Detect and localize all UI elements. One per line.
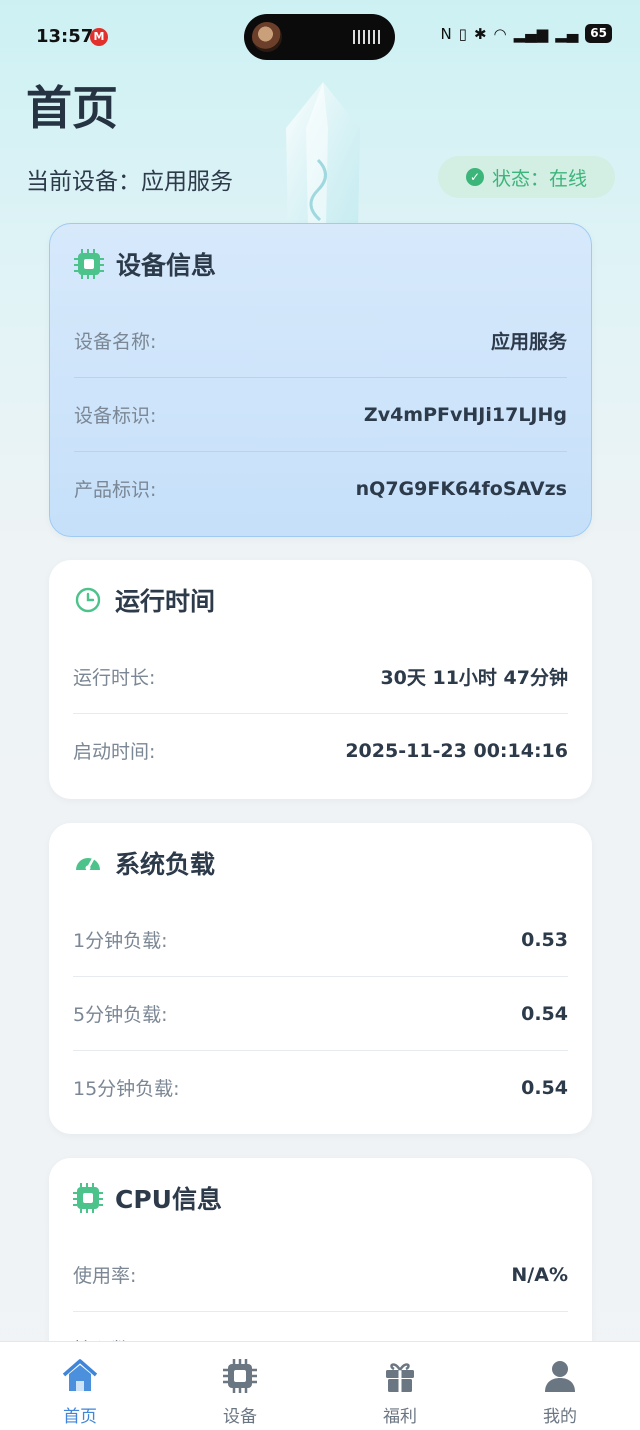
tab-mine[interactable]: 我的 <box>480 1342 640 1430</box>
clock-icon <box>75 587 101 613</box>
notification-app-icon: M <box>90 28 108 46</box>
info-row: 5分钟负载: 0.54 <box>73 977 568 1051</box>
tab-label: 我的 <box>543 1407 577 1427</box>
current-device-value: 应用服务 <box>141 169 233 195</box>
row-value: N/A% <box>511 1263 568 1286</box>
card-header: 运行时间 <box>73 560 568 640</box>
status-badge: ✓ 状态：在线 <box>438 156 615 198</box>
tab-home[interactable]: 首页 <box>0 1342 160 1430</box>
info-row: 产品标识: nQ7G9FK64foSAVzs <box>74 452 567 525</box>
row-label: 启动时间: <box>73 741 156 763</box>
card-title: 运行时间 <box>115 587 216 616</box>
home-icon <box>62 1359 98 1391</box>
media-avatar <box>252 22 282 52</box>
row-label: 使用率: <box>73 1265 137 1287</box>
card-header: 系统负载 <box>73 823 568 903</box>
tab-label: 首页 <box>63 1407 97 1427</box>
row-value: 30天 11小时 47分钟 <box>380 667 568 689</box>
status-text: 状态：在线 <box>491 167 587 190</box>
row-label: 15分钟负载: <box>73 1078 180 1100</box>
gift-icon <box>386 1363 414 1392</box>
status-bar: 13:57 M N ▯ ✱ ◠ ▂▄▆ ▂▄ 65 <box>0 0 640 72</box>
current-device: 当前设备：应用服务 <box>26 162 233 196</box>
row-label: 1分钟负载: <box>73 930 168 952</box>
system-load-card: 系统负载 1分钟负载: 0.53 5分钟负载: 0.54 15分钟负载: 0.5… <box>49 823 592 1134</box>
row-value: 应用服务 <box>490 331 567 353</box>
card-title: 设备信息 <box>116 251 217 280</box>
row-value: Zv4mPFvHJi17LJHg <box>363 403 567 426</box>
system-icons: N ▯ ✱ ◠ ▂▄▆ ▂▄ 65 <box>440 24 612 43</box>
check-circle-icon: ✓ <box>465 168 484 186</box>
row-value: 0.54 <box>521 1076 568 1099</box>
clock: 13:57 <box>36 26 94 47</box>
wifi-icon: ◠ <box>493 24 507 43</box>
row-label: 设备标识: <box>74 405 157 427</box>
current-device-label: 当前设备： <box>26 169 141 195</box>
row-value: 2025-11-23 00:14:16 <box>345 739 568 762</box>
info-row: 15分钟负载: 0.54 <box>73 1051 568 1124</box>
crystal-decoration <box>286 82 360 230</box>
card-title: 系统负载 <box>115 850 216 879</box>
audio-wave-icon <box>353 30 381 44</box>
speedometer-icon <box>76 857 100 871</box>
card-header: CPU信息 <box>73 1158 568 1238</box>
user-icon <box>545 1361 575 1392</box>
card-header: 设备信息 <box>74 224 567 304</box>
row-label: 运行时长: <box>73 667 156 689</box>
tab-welfare[interactable]: 福利 <box>320 1342 480 1430</box>
dynamic-island[interactable] <box>244 14 395 60</box>
row-value: nQ7G9FK64foSAVzs <box>355 477 567 500</box>
card-title: CPU信息 <box>115 1185 222 1214</box>
row-label: 5分钟负载: <box>73 1004 168 1026</box>
info-row: 使用率: N/A% <box>73 1238 568 1312</box>
chip-icon <box>223 1359 257 1393</box>
info-row: 启动时间: 2025-11-23 00:14:16 <box>73 714 568 787</box>
tab-label: 福利 <box>383 1407 417 1427</box>
tab-label: 设备 <box>223 1407 257 1427</box>
device-info-card: 设备信息 设备名称: 应用服务 设备标识: Zv4mPFvHJi17LJHg 产… <box>49 223 592 537</box>
signal-icon: ▂▄▆ <box>513 24 549 43</box>
row-label: 产品标识: <box>74 479 157 501</box>
row-value: 0.53 <box>521 928 568 951</box>
info-row: 1分钟负载: 0.53 <box>73 903 568 977</box>
nfc-icon: N <box>440 24 452 43</box>
info-row: 设备名称: 应用服务 <box>74 304 567 378</box>
signal-2-icon: ▂▄ <box>555 24 579 43</box>
bottom-tab-bar: 首页 设备 福利 我的 <box>0 1341 640 1430</box>
chip-icon <box>73 1183 103 1213</box>
runtime-card: 运行时间 运行时长: 30天 11小时 47分钟 启动时间: 2025-11-2… <box>49 560 592 799</box>
chip-icon <box>74 249 104 279</box>
info-row: 设备标识: Zv4mPFvHJi17LJHg <box>74 378 567 452</box>
row-value: 0.54 <box>521 1002 568 1025</box>
vibrate-icon: ▯ <box>458 24 467 43</box>
tab-device[interactable]: 设备 <box>160 1342 320 1430</box>
row-label: 设备名称: <box>74 331 157 353</box>
page-title: 首页 <box>26 81 118 135</box>
battery-icon: 65 <box>585 24 612 43</box>
info-row: 运行时长: 30天 11小时 47分钟 <box>73 640 568 714</box>
bluetooth-icon: ✱ <box>473 24 487 43</box>
